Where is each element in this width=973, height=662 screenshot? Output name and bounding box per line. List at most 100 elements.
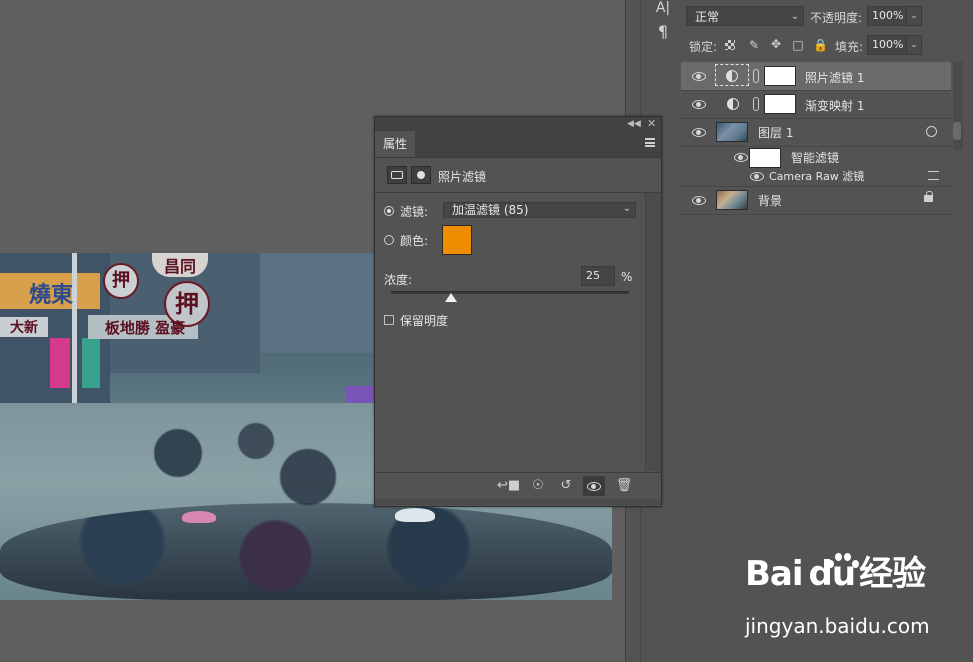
layers-scrollbar[interactable] [953,62,963,150]
layer-mask-thumbnail[interactable] [764,66,796,86]
sign-text-2: 押 [103,263,139,299]
smart-filter-mask-thumbnail[interactable] [749,148,781,168]
properties-content: 滤镜: 加温滤镜 (85) ⌄ 颜色: 浓度: 25 % 保留明度 [375,193,645,471]
gradient-map-adjustment-icon [727,98,739,110]
layer-row-background[interactable]: 背景 [681,186,951,215]
clip-to-layer-icon[interactable]: ↩■ [497,476,520,496]
density-slider-track[interactable] [391,291,629,294]
umbrella-white [395,508,435,522]
color-label: 颜色: [400,234,429,248]
properties-scrollbar[interactable] [645,193,661,471]
sign-board-pink [50,338,70,388]
sign-text-1: 燒東 [28,282,73,308]
lock-position-move-icon[interactable]: ✥ [769,37,783,51]
panel-resize-grip[interactable] [375,499,661,505]
sign-text-6: 大新 [0,317,48,337]
fill-dropdown-button[interactable]: ⌄ [906,35,922,55]
sign-board-green [82,338,100,388]
filter-blending-options-icon[interactable] [928,171,939,180]
density-label: 浓度: [384,273,413,287]
paw-toe-2 [835,553,842,561]
visibility-eye-icon[interactable] [691,99,707,109]
properties-footer: ↩■ ☉ ↺ 🗑 [375,472,661,499]
color-swatch[interactable] [442,225,472,255]
preserve-luminosity-checkbox[interactable] [384,315,394,325]
lock-all-icon[interactable]: 🔒 [813,38,828,52]
layer-name[interactable]: 图层 1 [758,124,793,141]
layers-scrollbar-thumb[interactable] [953,122,961,140]
mask-icon[interactable] [411,166,431,184]
panel-menu-icon[interactable] [645,138,655,147]
blend-mode-select[interactable]: 正常 ⌄ [686,6,804,26]
crowd-1 [0,503,612,600]
lock-artboard-icon[interactable]: □ [791,38,805,52]
eye-glyph [586,481,602,491]
smart-filters-row[interactable]: 智能滤镜 [681,146,951,168]
preserve-luminosity-label: 保留明度 [400,314,449,328]
layer-name[interactable]: 背景 [758,192,782,209]
paw-toe-1 [827,560,834,568]
tab-properties[interactable]: 属性 [375,131,415,157]
fill-input[interactable]: 100% [867,35,907,55]
lock-shackle [926,191,933,197]
filter-radio[interactable] [384,206,394,216]
character-panel-icon[interactable]: A| [653,0,673,18]
visibility-eye-icon[interactable] [733,152,749,162]
paw-toe-3 [844,553,851,561]
view-previous-state-icon[interactable]: ☉ [527,476,549,496]
umbrella-pink [182,511,216,523]
layer-name[interactable]: 照片滤镜 1 [805,69,864,86]
opacity-input[interactable]: 100% [867,6,907,26]
blend-mode-value: 正常 [695,10,720,24]
delete-trash-icon[interactable]: 🗑 [613,476,635,496]
link-chain-icon [753,69,759,83]
chevron-down-icon: ⌄ [622,203,631,214]
adjustment-camera-icon[interactable] [387,166,407,184]
density-input[interactable]: 25 [581,266,615,286]
properties-tabbar: 属性 [375,131,661,158]
building-right [260,253,380,353]
visibility-eye-icon[interactable] [691,195,707,205]
collapse-icon[interactable]: ◀◀ [627,117,641,131]
filter-select[interactable]: 加温滤镜 (85) ⌄ [443,202,636,218]
layer-row-layer-1[interactable]: 图层 1 [681,118,951,147]
toggle-visibility-eye-icon[interactable] [583,476,605,496]
smart-filter-toggle-icon[interactable] [926,126,937,137]
filter-label: 滤镜: [400,205,429,219]
background-thumbnail[interactable] [716,190,748,210]
close-icon[interactable]: ✕ [647,117,656,131]
layer-mask-thumbnail[interactable] [764,94,796,114]
baidu-jingyan-watermark: Bai du 经验 jingyan.baidu.com [745,550,965,650]
baidu-paw-logo-icon [823,552,859,588]
sign-text-5: 板地勝 盈豪 [104,319,186,337]
reset-icon[interactable]: ↺ [555,476,577,496]
layer-name[interactable]: 渐变映射 1 [805,97,864,114]
camera-body [391,171,403,179]
properties-header-title: 照片滤镜 [438,170,487,184]
opacity-dropdown-button[interactable]: ⌄ [906,6,922,26]
mask-circle [417,171,425,179]
lock-pixels-brush-icon[interactable]: ✎ [747,38,761,52]
filter-select-value: 加温滤镜 (85) [452,203,529,217]
smart-object-thumbnail[interactable] [716,122,748,142]
smart-filters-label: 智能滤镜 [791,151,840,165]
visibility-eye-icon[interactable] [691,71,707,81]
properties-panel: ◀◀ ✕ 属性 照片滤镜 滤镜: 加温滤镜 (85) ⌄ 颜色: 浓度: 25 … [374,116,662,507]
visibility-eye-icon[interactable] [749,171,765,181]
chevron-down-icon: ⌄ [790,11,799,22]
crowd-2 [100,393,360,513]
paragraph-panel-icon[interactable]: ¶ [653,22,673,42]
properties-titlebar[interactable]: ◀◀ ✕ [375,117,661,131]
layer-row-photo-filter[interactable]: 照片滤镜 1 [681,62,951,91]
layer-row-gradient-map[interactable]: 渐变映射 1 [681,90,951,119]
color-radio[interactable] [384,235,394,245]
properties-header: 照片滤镜 [375,158,661,193]
camera-raw-filter-row[interactable]: Camera Raw 滤镜 [681,166,951,187]
visibility-eye-icon[interactable] [691,127,707,137]
density-slider-knob[interactable] [444,293,457,302]
lock-transparency-icon[interactable] [725,40,735,50]
watermark-jingyan: 经验 [859,554,926,594]
link-chain-icon [753,97,759,111]
opacity-label: 不透明度: [810,11,863,25]
watermark-bai: Bai [745,554,804,594]
